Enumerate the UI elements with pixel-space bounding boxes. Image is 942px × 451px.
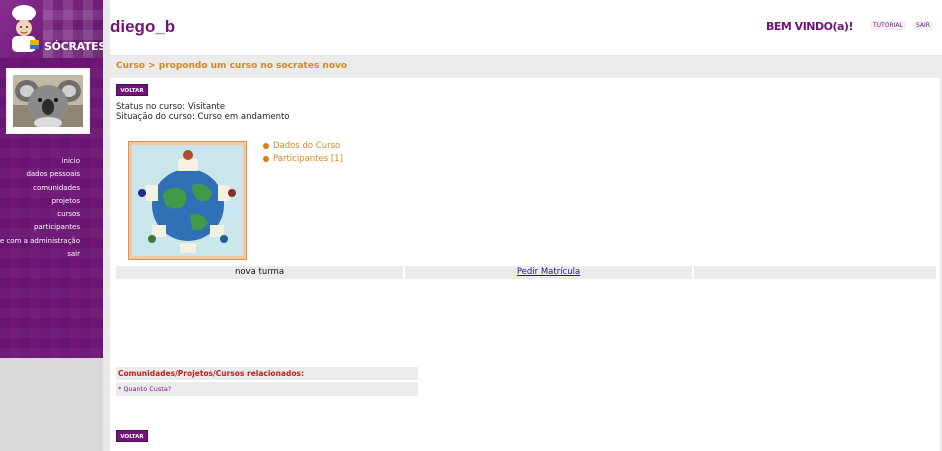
logout-link[interactable]: SAIR: [913, 21, 933, 30]
sidebar-item-comunidades[interactable]: comunidades: [0, 182, 80, 195]
voltar-button-top[interactable]: VOLTAR: [116, 84, 148, 96]
status-line: Status no curso: Visitante: [116, 102, 226, 112]
turma-name: nova turma: [116, 266, 403, 279]
tutorial-link[interactable]: TUTORIAL: [870, 21, 906, 30]
voltar-button-bottom[interactable]: VOLTAR: [116, 430, 148, 442]
sidebar-divider: [103, 0, 110, 451]
sidebar-item-fale-com-administracao[interactable]: fale com a administração: [0, 235, 80, 248]
course-status: Status no curso: Visitante Situação do c…: [116, 102, 290, 122]
turma-row: nova turma Pedir Matrícula: [116, 266, 936, 279]
course-data-link[interactable]: Dados do Curso: [263, 141, 340, 151]
sidebar-item-inicio[interactable]: inicio: [0, 155, 80, 168]
nav-panel: inicio dados pessoais comunidades projet…: [0, 58, 103, 358]
bullet-icon: [263, 155, 269, 162]
socrates-logo[interactable]: SÓCRATES: [0, 0, 103, 58]
sidebar-nav: inicio dados pessoais comunidades projet…: [0, 155, 80, 261]
bullet-icon: [263, 142, 269, 149]
related-header: Comunidades/Projetos/Cursos relacionados…: [116, 367, 418, 380]
sidebar-item-projetos[interactable]: projetos: [0, 195, 80, 208]
turma-action-cell: Pedir Matrícula: [405, 266, 692, 279]
logo-text: SÓCRATES: [44, 40, 103, 53]
related-item-link[interactable]: * Quanto Custa?: [116, 382, 418, 396]
sidebar-item-participantes[interactable]: participantes: [0, 221, 80, 234]
enroll-link[interactable]: Pedir Matrícula: [517, 267, 580, 277]
situacao-line: Situação do curso: Curso em andamento: [116, 112, 290, 122]
sidebar-item-dados-pessoais[interactable]: dados pessoais: [0, 168, 80, 181]
breadcrumb-bar: Curso > propondo um curso no socrates no…: [110, 56, 942, 78]
course-image-frame: [128, 141, 247, 260]
username: diego_b: [110, 17, 176, 36]
sidebar: SÓCRATES inicio dados pessoais comunidad…: [0, 0, 103, 451]
globe-readers-image: [132, 145, 243, 256]
header: diego_b BEM VINDO(a)! TUTORIAL SAIR: [110, 0, 942, 56]
breadcrumb: Curso > propondo um curso no socrates no…: [116, 61, 348, 71]
turma-empty-cell: [694, 266, 936, 279]
sidebar-item-sair[interactable]: sair: [0, 248, 80, 261]
participants-link[interactable]: Participantes [1]: [263, 154, 343, 164]
participants-label: Participantes [1]: [273, 154, 343, 164]
course-data-label: Dados do Curso: [273, 141, 341, 151]
chef-mascot-icon: [12, 5, 39, 52]
koala-avatar-image: [13, 75, 83, 127]
avatar[interactable]: [6, 68, 90, 134]
welcome-message: BEM VINDO(a)!: [766, 20, 853, 33]
sidebar-item-cursos[interactable]: cursos: [0, 208, 80, 221]
